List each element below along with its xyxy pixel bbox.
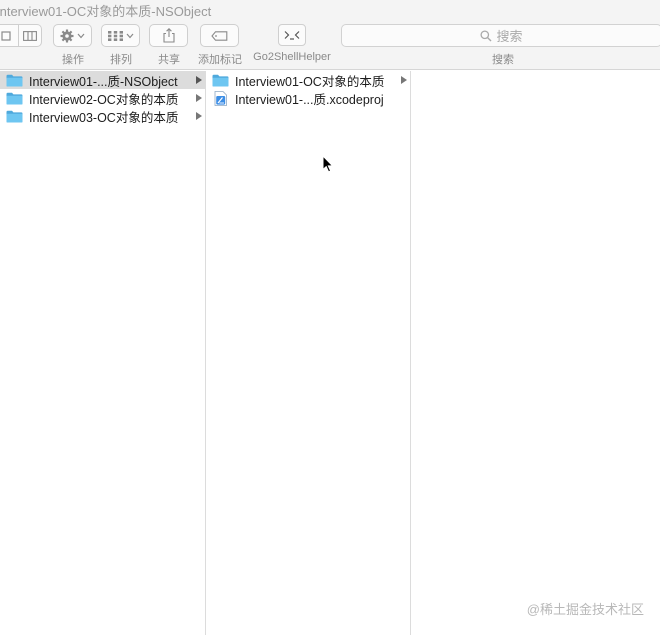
- file-row[interactable]: Interview01-...质.xcodeproj: [206, 89, 410, 107]
- search-icon: [480, 29, 492, 41]
- arrange-label: 排列: [110, 54, 132, 66]
- watermark: @稀土掘金技术社区: [526, 602, 644, 617]
- folder-name: Interview01-...质-NSObject: [29, 74, 178, 89]
- column-3[interactable]: [411, 71, 660, 635]
- chevron-right-icon: [401, 76, 407, 84]
- search-placeholder: 搜索: [496, 29, 523, 44]
- folder-icon: [6, 92, 23, 104]
- column-2[interactable]: Interview01-OC对象的本质 Interview01-...质.xco…: [206, 71, 411, 635]
- chevron-down-icon: [126, 33, 133, 38]
- folder-name: Interview03-OC对象的本质: [29, 110, 179, 125]
- folder-icon: [212, 74, 229, 86]
- folder-row[interactable]: Interview01-OC对象的本质: [206, 71, 410, 89]
- grid-icon: [107, 30, 123, 41]
- go2shell-button[interactable]: [278, 24, 306, 46]
- folder-row[interactable]: Interview02-OC对象的本质: [0, 89, 205, 107]
- chevron-right-icon: [196, 112, 202, 120]
- folder-name: Interview01-OC对象的本质: [235, 74, 385, 89]
- arrange-button[interactable]: [101, 24, 140, 47]
- column-view-button[interactable]: [17, 25, 42, 46]
- folder-row[interactable]: Interview03-OC对象的本质: [0, 107, 205, 125]
- share-icon: [162, 28, 175, 43]
- chevron-down-icon: [77, 33, 85, 38]
- folder-row[interactable]: Interview01-...质-NSObject: [0, 71, 205, 89]
- folder-icon: [6, 110, 23, 122]
- search-label: 搜索: [492, 54, 514, 66]
- file-name: Interview01-...质.xcodeproj: [235, 92, 384, 107]
- actions-button[interactable]: [53, 24, 92, 47]
- folder-name: Interview02-OC对象的本质: [29, 92, 179, 107]
- share-button[interactable]: [149, 24, 188, 47]
- window-title: Interview01-OC对象的本质-NSObject: [0, 4, 212, 19]
- xcodeproj-icon: [214, 90, 227, 106]
- chevron-right-icon: [196, 94, 202, 102]
- tag-icon: [211, 30, 228, 41]
- icon-view-icon: [1, 30, 11, 41]
- add-tags-label: 添加标记: [198, 54, 242, 66]
- column-1[interactable]: Interview01-...质-NSObject Interview02-OC…: [0, 71, 206, 635]
- go2shell-label: Go2ShellHelper: [253, 51, 331, 63]
- column-view-icon: [22, 30, 37, 41]
- add-tags-button[interactable]: [200, 24, 239, 47]
- search-field[interactable]: 搜索: [341, 24, 660, 47]
- title-bar[interactable]: Interview01-OC对象的本质-NSObject: [0, 0, 660, 20]
- view-mode-control[interactable]: [0, 24, 42, 47]
- toolbar: 操作 排列 共享 添加标记 Go2ShellHelper 搜索 搜索: [0, 20, 660, 70]
- icon-view-button[interactable]: [0, 25, 18, 46]
- gear-icon: [60, 29, 74, 42]
- terminal-icon: [284, 31, 300, 40]
- mouse-pointer-icon: [322, 155, 334, 173]
- actions-label: 操作: [62, 54, 84, 66]
- chevron-right-icon: [196, 76, 202, 84]
- share-label: 共享: [158, 54, 180, 66]
- folder-icon: [6, 74, 23, 86]
